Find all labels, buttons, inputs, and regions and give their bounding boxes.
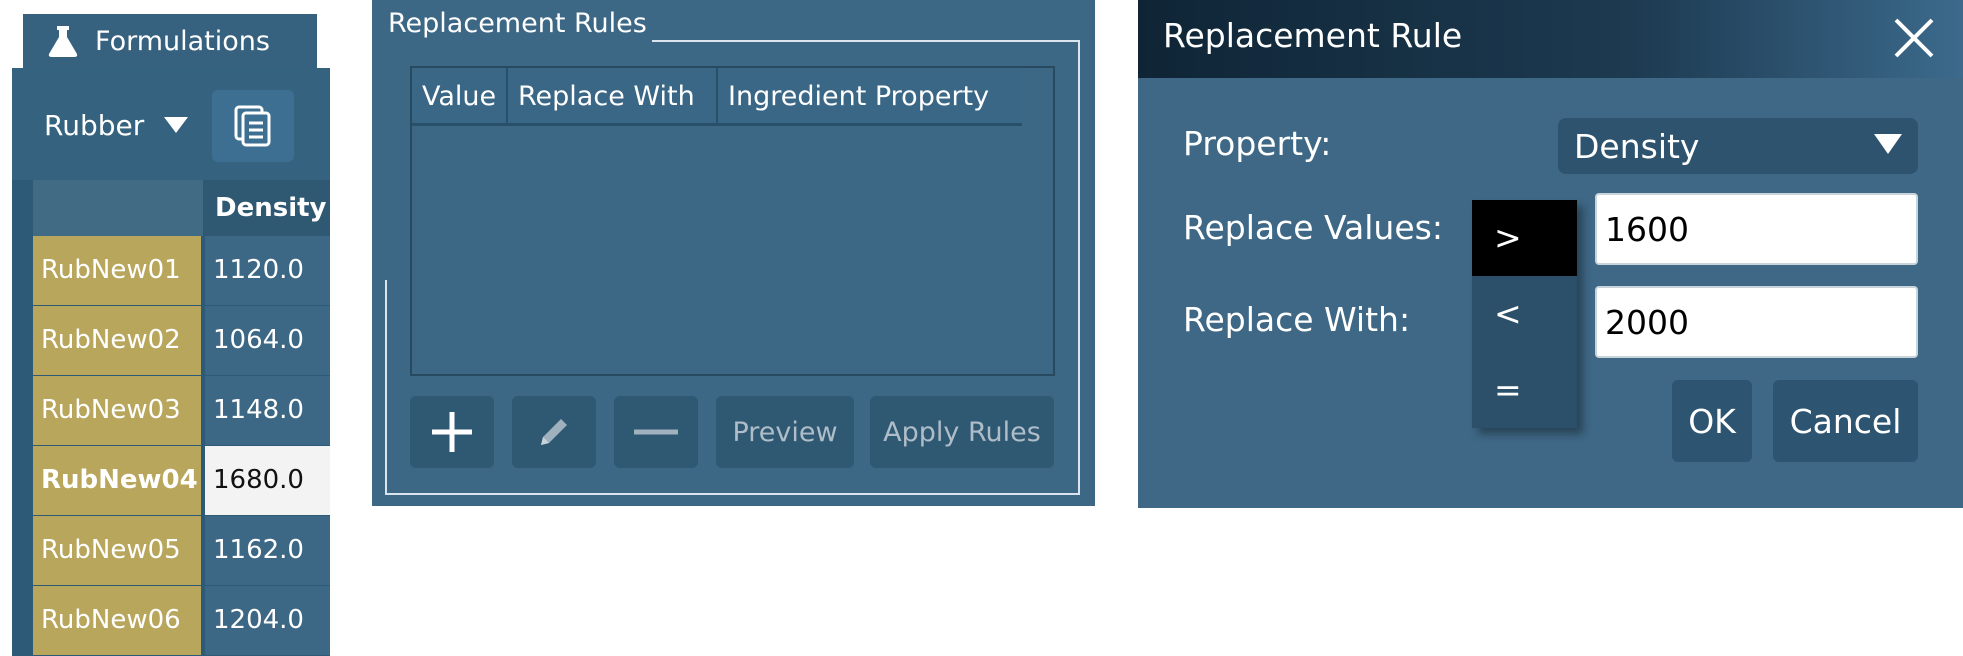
- row-value[interactable]: 1204.0: [205, 586, 330, 655]
- group-box-left-edge: [385, 280, 387, 495]
- minus-icon: [634, 429, 678, 435]
- column-header-replace-with[interactable]: Replace With: [508, 68, 718, 126]
- apply-rules-button[interactable]: Apply Rules: [870, 396, 1054, 468]
- group-box-top-edge: [652, 40, 1080, 42]
- formulations-grid: Density RubNew01 1120.0 RubNew02 1064.0 …: [33, 180, 330, 656]
- group-box-title: Replacement Rules: [388, 8, 647, 39]
- property-value: Density: [1574, 126, 1700, 166]
- row-name[interactable]: RubNew02: [33, 306, 201, 375]
- row-name[interactable]: RubNew03: [33, 376, 201, 445]
- tab-label: Formulations: [95, 25, 270, 57]
- tab-formulations[interactable]: Formulations: [23, 14, 317, 68]
- replace-values-label: Replace Values:: [1183, 208, 1443, 247]
- row-value[interactable]: 1680.0: [205, 446, 330, 515]
- row-name[interactable]: RubNew06: [33, 586, 201, 655]
- table-row[interactable]: RubNew06 1204.0: [33, 586, 330, 656]
- plus-icon: [432, 412, 472, 452]
- row-name[interactable]: RubNew01: [33, 236, 201, 305]
- replace-values-input[interactable]: [1595, 193, 1918, 265]
- table-row-selected[interactable]: RubNew04 1680.0: [33, 446, 330, 516]
- row-value[interactable]: 1162.0: [205, 516, 330, 585]
- copy-button[interactable]: [212, 90, 294, 162]
- row-value[interactable]: 1148.0: [205, 376, 330, 445]
- row-name[interactable]: RubNew05: [33, 516, 201, 585]
- operator-dropdown-list[interactable]: > < =: [1472, 200, 1577, 428]
- table-row[interactable]: RubNew05 1162.0: [33, 516, 330, 586]
- copy-icon: [234, 105, 271, 147]
- property-label: Property:: [1183, 124, 1332, 163]
- grid-corner: [33, 180, 203, 236]
- table-row[interactable]: RubNew01 1120.0: [33, 236, 330, 306]
- dialog-title: Replacement Rule: [1163, 16, 1463, 55]
- formulation-type-dropdown[interactable]: Rubber: [44, 105, 189, 145]
- dropdown-value: Rubber: [44, 108, 145, 142]
- row-value[interactable]: 1064.0: [205, 306, 330, 375]
- row-name[interactable]: RubNew04: [33, 446, 201, 515]
- rules-table-header: Value Replace With Ingredient Property: [412, 68, 1022, 126]
- flask-icon: [48, 26, 78, 57]
- replace-with-label: Replace With:: [1183, 300, 1411, 339]
- remove-rule-button[interactable]: [614, 396, 698, 468]
- row-value[interactable]: 1120.0: [205, 236, 330, 305]
- ok-button[interactable]: OK: [1672, 380, 1752, 462]
- pencil-icon: [541, 419, 567, 445]
- column-header-value[interactable]: Value: [412, 68, 508, 126]
- cancel-button[interactable]: Cancel: [1773, 380, 1918, 462]
- column-header-density[interactable]: Density: [213, 180, 327, 236]
- replace-with-input[interactable]: [1595, 286, 1918, 358]
- operator-option-equal[interactable]: =: [1472, 352, 1577, 428]
- add-rule-button[interactable]: [410, 396, 494, 468]
- grid-header: Density: [33, 180, 330, 236]
- column-header-ingredient-property[interactable]: Ingredient Property: [718, 68, 1022, 126]
- table-row[interactable]: RubNew03 1148.0: [33, 376, 330, 446]
- chevron-down-icon: [164, 117, 189, 133]
- chevron-down-icon: [1874, 134, 1902, 154]
- preview-button[interactable]: Preview: [716, 396, 854, 468]
- close-icon[interactable]: [1890, 14, 1938, 62]
- table-row[interactable]: RubNew02 1064.0: [33, 306, 330, 376]
- operator-option-less[interactable]: <: [1472, 276, 1577, 352]
- edit-rule-button[interactable]: [512, 396, 596, 468]
- property-dropdown[interactable]: Density: [1558, 118, 1918, 174]
- operator-option-greater[interactable]: >: [1472, 200, 1577, 276]
